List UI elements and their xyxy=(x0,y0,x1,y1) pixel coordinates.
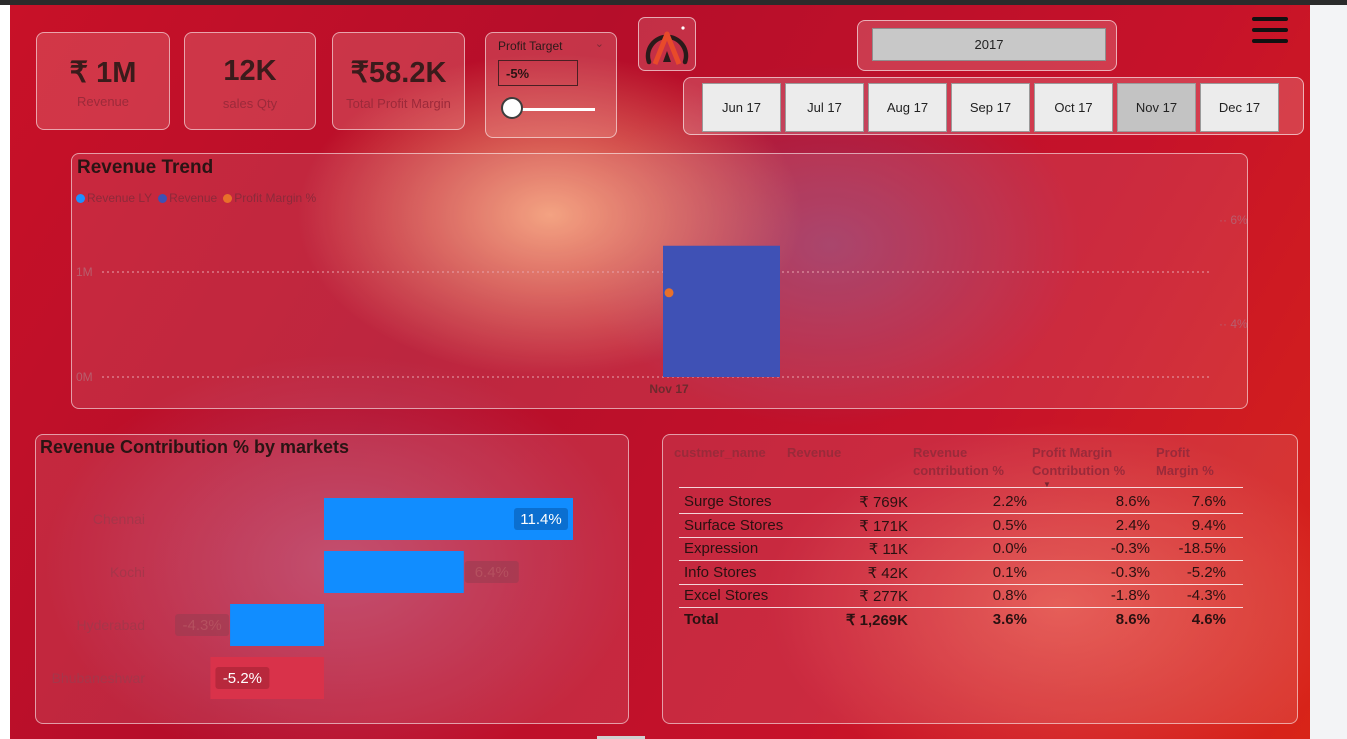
market-bar xyxy=(324,551,464,593)
table-cell: ₹ 171K xyxy=(859,517,908,535)
table-cell: 0.5% xyxy=(992,516,1027,534)
market-label: Chennai xyxy=(93,511,145,527)
profit-target-panel: Profit Target ⌄ xyxy=(485,32,617,138)
year-slicer: 2017 xyxy=(857,20,1117,71)
profit-target-title: Profit Target xyxy=(498,39,563,53)
table-cell: 3.6% xyxy=(992,611,1027,628)
table-cell: Surface Stores xyxy=(684,516,784,534)
data-label: -5.2% xyxy=(223,670,262,687)
kpi-sales-qty-value: 12K xyxy=(223,55,277,87)
brand-logo-icon xyxy=(645,26,689,65)
profit-target-slider-handle[interactable] xyxy=(501,97,523,119)
table-row[interactable]: Expression ₹ 11K 0.0% -0.3% -18.5% xyxy=(679,537,1243,560)
col-header-customer[interactable]: custmer_name xyxy=(674,444,766,462)
col-header-revenue-contribution[interactable]: Revenue contribution % xyxy=(913,444,1021,480)
table-cell: Excel Stores xyxy=(684,587,769,605)
data-label: -4.3% xyxy=(182,617,221,634)
data-label: 11.4% xyxy=(520,511,561,528)
y2-tick-label: ·· 6% xyxy=(1219,213,1247,227)
table-cell: -0.3% xyxy=(1110,563,1150,581)
chevron-down-icon[interactable]: ⌄ xyxy=(595,37,604,50)
kpi-sales-qty-label: sales Qty xyxy=(222,96,278,111)
table-cell: 8.6% xyxy=(1115,611,1150,628)
table-cell: -1.8% xyxy=(1110,587,1150,605)
kpi-revenue-card[interactable]: ₹ 1M Revenue xyxy=(36,32,170,130)
month-slicer: Jun 17 Jul 17 Aug 17 Sep 17 Oct 17 Nov 1… xyxy=(683,77,1304,135)
col-header-revenue[interactable]: Revenue xyxy=(787,444,841,462)
table-cell: -18.5% xyxy=(1178,540,1226,558)
table-total-row[interactable]: Total ₹ 1,269K 3.6% 8.6% 4.6% xyxy=(679,608,1243,631)
month-button-dec-17[interactable]: Dec 17 xyxy=(1200,83,1279,132)
market-label: Hyderabad xyxy=(77,617,146,633)
table-cell: ₹ 1,269K xyxy=(845,612,908,629)
kpi-revenue-label: Revenue xyxy=(76,94,130,109)
table-cell: -4.3% xyxy=(1186,587,1226,605)
profit-target-slider-track[interactable] xyxy=(514,108,595,111)
kpi-profit-margin-value: ₹58.2K xyxy=(350,57,447,89)
logo-button[interactable] xyxy=(638,17,696,71)
data-label: 6.4% xyxy=(475,564,509,581)
month-button-oct-17[interactable]: Oct 17 xyxy=(1034,83,1113,132)
kpi-revenue-value: ₹ 1M xyxy=(69,57,137,89)
revenue-trend-chart: 0M 1M ·· 4% ·· 6% Nov 17 xyxy=(76,213,1247,396)
table-cell: 7.6% xyxy=(1191,493,1226,510)
table-cell: 4.6% xyxy=(1191,611,1226,628)
kpi-sales-qty-card[interactable]: 12K sales Qty xyxy=(184,32,316,130)
table-cell: 0.0% xyxy=(992,540,1027,558)
kpi-profit-margin-label: Total Profit Margin xyxy=(346,96,451,111)
table-row[interactable]: Excel Stores ₹ 277K 0.8% -1.8% -4.3% xyxy=(679,584,1243,607)
market-label: Kochi xyxy=(110,564,145,580)
market-label: Bhubaneshwar xyxy=(52,670,146,686)
table-cell: ₹ 769K xyxy=(859,494,908,511)
y-tick-label: 1M xyxy=(76,265,93,279)
table-cell: Info Stores xyxy=(684,563,757,581)
table-cell: 0.8% xyxy=(992,587,1027,605)
col-header-profit-margin-contribution[interactable]: Profit Margin Contribution % xyxy=(1032,444,1147,480)
y-tick-label: 0M xyxy=(76,370,93,384)
month-button-sep-17[interactable]: Sep 17 xyxy=(951,83,1030,132)
profit-target-input[interactable] xyxy=(498,60,578,86)
y2-tick-label: ·· 4% xyxy=(1219,317,1247,331)
table-cell: ₹ 277K xyxy=(859,588,908,606)
year-button-selected[interactable]: 2017 xyxy=(872,28,1106,61)
revenue-bar xyxy=(663,245,780,377)
table-cell: -0.3% xyxy=(1110,540,1150,558)
table-cell: Total xyxy=(684,611,719,628)
table-cell: -5.2% xyxy=(1186,563,1226,581)
table-cell: ₹ 11K xyxy=(868,541,908,559)
table-cell: 9.4% xyxy=(1191,516,1226,534)
market-bar xyxy=(230,604,324,646)
table-cell: 2.4% xyxy=(1115,516,1150,534)
table-row[interactable]: Surface Stores ₹ 171K 0.5% 2.4% 9.4% xyxy=(679,514,1243,537)
month-button-jul-17[interactable]: Jul 17 xyxy=(785,83,864,132)
kpi-profit-margin-card[interactable]: ₹58.2K Total Profit Margin xyxy=(332,32,465,130)
month-button-jun-17[interactable]: Jun 17 xyxy=(702,83,781,132)
profit-margin-point xyxy=(664,288,674,298)
dashboard-canvas: ₹ 1M Revenue 12K sales Qty ₹58.2K Total … xyxy=(10,5,1310,739)
table-cell: Expression xyxy=(684,540,759,558)
page-right-margin xyxy=(1310,5,1347,739)
month-button-nov-17[interactable]: Nov 17 xyxy=(1117,83,1196,132)
table-row[interactable]: Info Stores ₹ 42K 0.1% -0.3% -5.2% xyxy=(679,561,1243,584)
table-cell: Surge Stores xyxy=(684,493,772,510)
month-button-aug-17[interactable]: Aug 17 xyxy=(868,83,947,132)
hamburger-menu-icon[interactable] xyxy=(1252,15,1288,45)
x-category-label: Nov 17 xyxy=(649,382,689,396)
table-cell: ₹ 42K xyxy=(867,564,908,582)
col-header-profit-margin[interactable]: Profit Margin % xyxy=(1156,444,1226,480)
table-cell: 0.1% xyxy=(992,563,1027,581)
revenue-contribution-chart: Chennai 11.4% Kochi 6.4% Hyderabad -4.3% Bhuba… xyxy=(52,498,573,699)
table-cell: 2.2% xyxy=(992,493,1027,510)
table-row[interactable]: Surge Stores ₹ 769K 2.2% 8.6% 7.6% xyxy=(679,490,1243,513)
header-divider xyxy=(679,487,1243,488)
table-cell: 8.6% xyxy=(1115,493,1150,510)
